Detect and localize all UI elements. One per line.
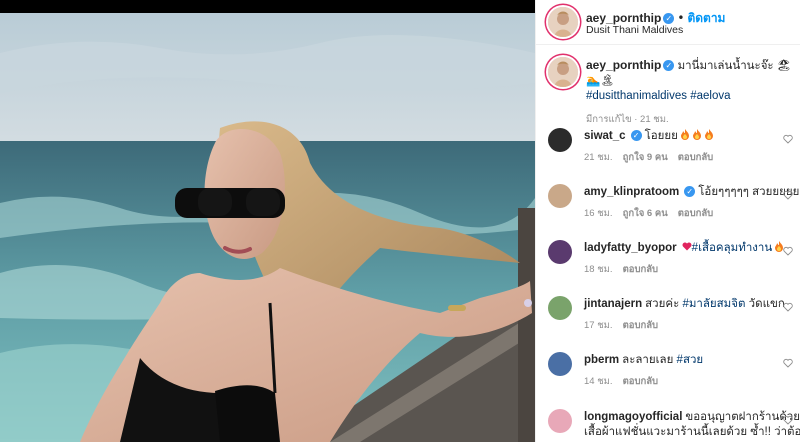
author-avatar[interactable]: [548, 7, 578, 37]
caption-author-avatar[interactable]: [548, 57, 578, 87]
emoji-icon: 🏊: [586, 75, 601, 87]
comment-time: 17 ชม.: [584, 320, 613, 331]
verified-icon: ✓: [663, 13, 675, 24]
comment-time: 16 ชม.: [584, 208, 613, 219]
post-location[interactable]: Dusit Thani Maldives: [586, 24, 683, 36]
comment-meta: 17 ชม. ตอบกลับ: [584, 318, 800, 333]
comment-likes[interactable]: ถูกใจ 9 คน: [623, 152, 668, 163]
fire-emoji-icon: [678, 129, 690, 142]
caption-author-avatar-image: [548, 57, 578, 87]
comment-meta: 21 ชม. ถูกใจ 9 คน ตอบกลับ: [584, 150, 800, 165]
commenter-avatar[interactable]: [548, 296, 572, 320]
hashtag-link[interactable]: #เสื้อคลุมทำงาน: [692, 242, 773, 254]
hashtag-link[interactable]: #มาลัยสมจิต: [682, 298, 745, 310]
top-bar: [0, 0, 535, 13]
reply-button[interactable]: ตอบกลับ: [678, 152, 714, 163]
comment-text: สวยค่ะ #มาลัยสมจิต วัดแขก: [645, 298, 785, 310]
photo-illustration: [0, 13, 535, 442]
comment-line: pberm ละลายเลย #สวย: [584, 353, 800, 368]
author-username[interactable]: aey_pornthip: [586, 11, 661, 25]
commenter-username[interactable]: pberm: [584, 354, 619, 366]
commenter-avatar[interactable]: [548, 409, 572, 433]
emoji-icon: 🏖: [776, 60, 792, 72]
emoji-icon: 🏝: [600, 75, 615, 87]
commenter-avatar[interactable]: [548, 240, 572, 264]
comment-time: 14 ชม.: [584, 376, 613, 387]
comment-body: jintanajern สวยค่ะ #มาลัยสมจิต วัดแขก 17 ช…: [584, 297, 800, 333]
caption-hashtags[interactable]: #dusitthanimaldives #aelova: [586, 89, 800, 104]
like-heart-icon[interactable]: [783, 246, 793, 256]
reply-button[interactable]: ตอบกลับ: [678, 208, 714, 219]
like-heart-icon[interactable]: [783, 358, 793, 368]
like-heart-icon[interactable]: [783, 415, 793, 425]
post-photo[interactable]: [0, 13, 535, 442]
comment-line: jintanajern สวยค่ะ #มาลัยสมจิต วัดแขก: [584, 297, 800, 312]
comment-meta: 14 ชม. ตอบกลับ: [584, 374, 800, 389]
comment-body: pberm ละลายเลย #สวย 14 ชม. ตอบกลับ: [584, 353, 800, 389]
comment-text: #เสื้อคลุมทำงาน: [692, 242, 773, 254]
verified-icon: ✓: [663, 60, 675, 71]
comment-text-line2: เสื้อผ้าแฟชั่นแวะมาร้านนี้เลยด้วย ซ้ำ!! …: [584, 426, 800, 438]
like-heart-icon[interactable]: [783, 190, 793, 200]
commenter-avatar[interactable]: [548, 128, 572, 152]
commenter-username[interactable]: siwat_c: [584, 130, 626, 142]
fire-emoji-icon: [690, 129, 702, 142]
like-heart-icon[interactable]: [783, 134, 793, 144]
post-side-panel: aey_pornthip ✓ • ติดตาม Dusit Thani Maldive…: [535, 0, 800, 442]
caption-body: aey_pornthip ✓ มานี่มาเล่นน้ำนะจ๊ะ 🏖 🏊🏝 #d…: [586, 58, 800, 127]
reply-button[interactable]: ตอบกลับ: [623, 264, 659, 275]
caption-meta: มีการแก้ไข · 21 ชม.: [586, 114, 669, 125]
comment-meta: 16 ชม. ถูกใจ 6 คน ตอบกลับ: [584, 206, 800, 221]
heart-emoji-icon: [680, 242, 692, 254]
comment-line: amy_klinpratoom✓โอ้ยๆๆๆๆๆ สวยยยยยยยยย: [584, 185, 800, 200]
verified-icon: ✓: [630, 130, 642, 141]
comment-line: siwat_c ✓ โอยยย: [584, 129, 800, 144]
comment-text: โอยยย: [644, 130, 678, 142]
commenter-username[interactable]: jintanajern: [584, 298, 642, 310]
comment-line: longmagoyofficial ขออนุญาตฝากร้านด้วย: [584, 410, 800, 425]
comment-time: 18 ชม.: [584, 264, 613, 275]
verified-icon: ✓: [684, 186, 696, 197]
caption-line: aey_pornthip ✓ มานี่มาเล่นน้ำนะจ๊ะ 🏖 🏊🏝: [586, 58, 800, 89]
follow-button[interactable]: ติดตาม: [687, 11, 725, 25]
reply-button[interactable]: ตอบกลับ: [623, 376, 659, 387]
comment-body: amy_klinpratoom✓โอ้ยๆๆๆๆๆ สวยยยยยยยยย16 …: [584, 185, 800, 221]
comment-text: ละลายเลย #สวย: [622, 354, 703, 366]
comment-time: 21 ชม.: [584, 152, 613, 163]
reply-button[interactable]: ตอบกลับ: [623, 320, 659, 331]
post-header: aey_pornthip ✓ • ติดตาม Dusit Thani Maldive…: [536, 0, 800, 45]
commenter-avatar[interactable]: [548, 352, 572, 376]
comment-likes[interactable]: ถูกใจ 6 คน: [623, 208, 668, 219]
caption-username[interactable]: aey_pornthip: [586, 58, 661, 72]
separator-dot: •: [677, 11, 685, 25]
comment-text-fragment: ละลายเลย: [622, 354, 677, 366]
caption-text: มานี่มาเล่นน้ำนะจ๊ะ: [677, 60, 774, 72]
hashtag-link[interactable]: #สวย: [677, 354, 704, 366]
comment-line: ladyfatty_byopor #เสื้อคลุมทำงาน: [584, 241, 800, 256]
comment-meta: 18 ชม. ตอบกลับ: [584, 262, 800, 277]
comment-text-fragment: สวยค่ะ: [645, 298, 683, 310]
commenter-username[interactable]: longmagoyofficial: [584, 411, 682, 423]
instagram-post-view: aey_pornthip ✓ • ติดตาม Dusit Thani Maldive…: [0, 0, 800, 442]
author-avatar-image: [548, 7, 578, 37]
fire-emoji-icon: [702, 129, 714, 142]
like-heart-icon[interactable]: [783, 302, 793, 312]
comment-text-fragment: วัดแขก: [745, 298, 785, 310]
commenter-avatar[interactable]: [548, 184, 572, 208]
comment-body: longmagoyofficial ขออนุญาตฝากร้านด้วย เสื้…: [584, 410, 800, 440]
comment-body: ladyfatty_byopor #เสื้อคลุมทำงาน 18 ชม. ตอบ…: [584, 241, 800, 277]
comment-body: siwat_c ✓ โอยยย 21 ชม. ถูกใจ 9 คน ตอบกลับ: [584, 129, 800, 165]
commenter-username[interactable]: ladyfatty_byopor: [584, 242, 677, 254]
commenter-username[interactable]: amy_klinpratoom: [584, 186, 679, 198]
